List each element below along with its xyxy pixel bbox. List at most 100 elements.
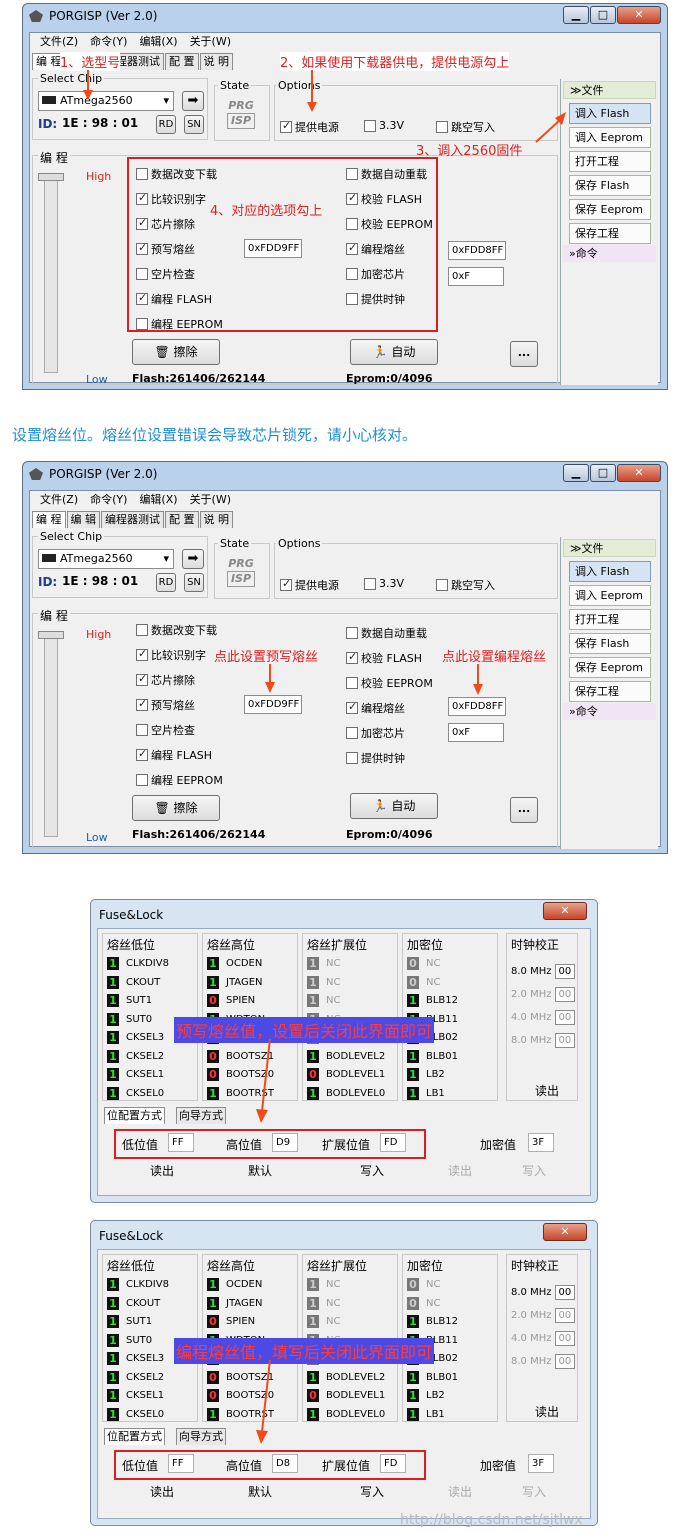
fuse-bit[interactable]: 1 BLB01 [407,1370,458,1385]
fuse-bit[interactable]: 0 BODLEVEL1 [307,1388,385,1403]
dialog-close-button[interactable]: ✕ [543,902,587,920]
fuse-bit[interactable]: 1 CKSEL3 [107,1351,164,1366]
clock-read-button[interactable]: 读出 [535,1082,559,1099]
tab-bit-config[interactable]: 位配置方式 [104,1428,165,1445]
sidebar-file-header[interactable]: ≫文件 [563,539,656,557]
read-button[interactable]: 读出 [150,1162,174,1179]
fuse-bit[interactable]: 0 SPIEN [207,1314,255,1329]
fuse-bit[interactable]: 1 BODLEVEL2 [307,1049,385,1064]
fuse-bit[interactable]: 1 SUT0 [107,1012,152,1027]
fuse-bit[interactable]: 1 NC [307,1277,340,1292]
slider-thumb[interactable] [38,631,64,639]
fuse-bit[interactable]: 1 LB2 [407,1067,445,1082]
tab-edit[interactable]: 编 辑 [66,511,100,528]
lock-write-button[interactable]: 写入 [522,1483,546,1500]
clock-read-button[interactable]: 读出 [535,1403,559,1420]
tab-wizard[interactable]: 向导方式 [176,1428,226,1445]
clock-row[interactable]: 8.0 MHz 00 [511,964,576,979]
fuse-bit[interactable]: 1 CKSEL2 [107,1370,164,1385]
tab-programmer-test[interactable]: 编程器测试 [101,511,164,528]
fuse-bit[interactable]: 0 BODLEVEL1 [307,1067,385,1082]
default-button[interactable]: 默认 [248,1483,272,1500]
fuse-bit[interactable]: 0 NC [407,1296,440,1311]
fuse-bit[interactable]: 1 SUT0 [107,1333,152,1348]
fuse-bit[interactable]: 1 LB2 [407,1388,445,1403]
default-button[interactable]: 默认 [248,1162,272,1179]
fuse-bit[interactable]: 1 CKSEL3 [107,1030,164,1045]
fuse-bit[interactable]: 1 NC [307,975,340,990]
fuse-bit[interactable]: 1 BODLEVEL0 [307,1407,385,1422]
fuse-bit[interactable]: 1 NC [307,956,340,971]
fuse-bit[interactable]: 1 CKOUT [107,1296,160,1311]
fuse-bit[interactable]: 1 CKSEL1 [107,1067,164,1082]
fuse-bit[interactable]: 1 BLB12 [407,993,458,1008]
lock-read-button[interactable]: 读出 [448,1483,472,1500]
sidebar-cmd-header[interactable]: »命令 [563,703,656,720]
fuse-bit[interactable]: 1 CKSEL0 [107,1086,164,1101]
option-checkbox[interactable]: 数据自动重载 [346,625,427,641]
fuse-bit[interactable]: 1 NC [307,1314,340,1329]
fuse-bit[interactable]: 1 LB1 [407,1407,445,1422]
tab-help[interactable]: 说 明 [199,511,233,528]
option-checkbox[interactable]: 加密芯片 [346,725,405,741]
fuse-bit[interactable]: 1 SUT1 [107,993,152,1008]
menu-about[interactable]: 关于(W) [184,491,237,509]
sidebar-button[interactable]: 打开工程 [569,609,651,630]
clock-row[interactable]: 8.0 MHz 00 [511,1354,576,1369]
menu-edit[interactable]: 编辑(X) [133,491,183,509]
chip-select[interactable]: ATmega2560 ▾ [38,549,174,569]
lock-write-button[interactable]: 写入 [522,1162,546,1179]
low-value-field[interactable]: FF [168,1133,194,1152]
write-button[interactable]: 写入 [360,1162,384,1179]
arrow-right-button[interactable]: ➡ [182,549,204,569]
menu-file[interactable]: 文件(Z) [34,491,84,509]
fuse-bit[interactable]: 1 BLB01 [407,1049,458,1064]
fuse-bit[interactable]: 1 CLKDIV8 [107,1277,169,1292]
fuse-bit[interactable]: 1 OCDEN [207,1277,262,1292]
clock-row[interactable]: 8.0 MHz 00 [511,1033,576,1048]
fuse-bit[interactable]: 1 CKSEL0 [107,1407,164,1422]
fuse-bit[interactable]: 0 NC [407,1277,440,1292]
fuse-bit[interactable]: 1 JTAGEN [207,975,263,990]
clock-row[interactable]: 2.0 MHz 00 [511,1308,576,1323]
write-button[interactable]: 写入 [360,1483,384,1500]
tab-program[interactable]: 编 程 [32,511,66,528]
ext-value-field[interactable]: FD [380,1133,406,1152]
tab-config[interactable]: 配 置 [165,511,199,528]
clock-row[interactable]: 4.0 MHz 00 [511,1331,576,1346]
tab-wizard[interactable]: 向导方式 [176,1107,226,1124]
fuse-bit[interactable]: 1 NC [307,993,340,1008]
option-checkbox[interactable]: 编程 FLASH [136,747,212,763]
clock-row[interactable]: 8.0 MHz 00 [511,1285,576,1300]
option-checkbox[interactable]: 编程 EEPROM [136,772,223,788]
sidebar-button[interactable]: 调入 Eeprom [569,585,651,606]
erase-button[interactable]: 🗑 擦除 [132,795,220,821]
read-button[interactable]: 读出 [150,1483,174,1500]
lock-read-button[interactable]: 读出 [448,1162,472,1179]
fuse-bit[interactable]: 1 CKOUT [107,975,160,990]
option-checkbox[interactable]: 数据改变下载 [136,622,217,638]
more-button[interactable]: ... [510,797,538,823]
clock-row[interactable]: 2.0 MHz 00 [511,987,576,1002]
lock-value-field[interactable]: 3F [528,1133,554,1152]
option-checkbox[interactable]: 编程熔丝 [346,700,405,716]
ext-value-field[interactable]: FD [380,1454,406,1473]
minimize-button[interactable]: ▁ [563,464,589,482]
option-checkbox[interactable]: 空片检查 [136,722,195,738]
fuse-bit[interactable]: 1 CKSEL2 [107,1049,164,1064]
power-checkbox[interactable]: 提供电源 [280,577,339,593]
fuse-bit[interactable]: 1 SUT1 [107,1314,152,1329]
fuse-bit[interactable]: 1 JTAGEN [207,1296,263,1311]
fuse-bit[interactable]: 1 CLKDIV8 [107,956,169,971]
fuse-bit[interactable]: 0 SPIEN [207,993,255,1008]
fuse-bit[interactable]: 1 CKSEL1 [107,1388,164,1403]
fuse-bit[interactable]: 1 NC [307,1296,340,1311]
fuse-bit[interactable]: 1 LB1 [407,1086,445,1101]
clock-row[interactable]: 4.0 MHz 00 [511,1010,576,1025]
rd-button[interactable]: RD [156,573,176,592]
fuse-bit[interactable]: 1 BLB12 [407,1314,458,1329]
v33-checkbox[interactable]: 3.3V [364,577,404,590]
fuse-bit[interactable]: 0 NC [407,975,440,990]
menu-command[interactable]: 命令(Y) [84,491,133,509]
skip-empty-checkbox[interactable]: 跳空写入 [436,577,495,593]
